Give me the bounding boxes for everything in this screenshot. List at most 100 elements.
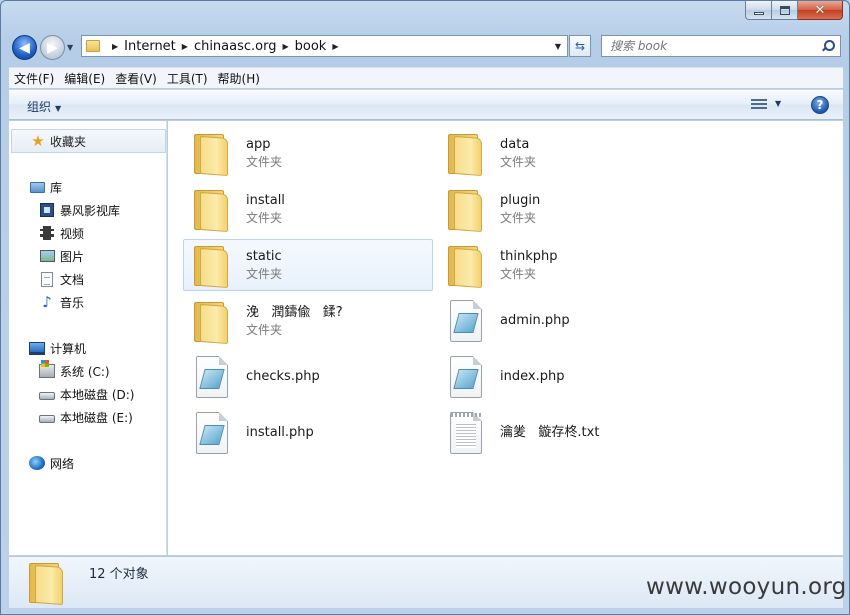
- file-type: 文件夹: [246, 322, 283, 337]
- file-type: 文件夹: [500, 154, 537, 169]
- menu-edit[interactable]: 编辑(E): [59, 70, 110, 87]
- favorites-label: 收藏夹: [50, 134, 87, 149]
- maximize-button[interactable]: [772, 1, 798, 20]
- search-icon[interactable]: [822, 40, 835, 52]
- file-type: 文件夹: [500, 210, 537, 225]
- folder-icon: [444, 130, 490, 176]
- recent-pages-dropdown[interactable]: ▼: [67, 43, 73, 52]
- network-icon: [29, 455, 45, 471]
- php-file-icon: [190, 354, 236, 400]
- chevron-right-icon[interactable]: ▶: [112, 42, 118, 51]
- sidebar-item-computer[interactable]: 计算机: [29, 338, 86, 358]
- forward-arrow-icon: ▶: [47, 39, 58, 56]
- document-icon: [39, 271, 55, 287]
- forward-button[interactable]: ▶: [40, 35, 65, 60]
- file-item-data[interactable]: data 文件夹: [437, 127, 687, 179]
- php-file-icon: [444, 354, 490, 400]
- file-type: 文件夹: [246, 210, 283, 225]
- sidebar-item-label: 音乐: [60, 295, 85, 310]
- sidebar-item-label: 计算机: [50, 341, 87, 356]
- address-dropdown-icon[interactable]: ▼: [555, 42, 561, 51]
- sidebar-item-favorites[interactable]: ★ 收藏夹: [11, 129, 166, 153]
- minimize-button[interactable]: [745, 1, 772, 20]
- file-item-thinkphp[interactable]: thinkphp 文件夹: [437, 239, 687, 291]
- item-count: 12 个对象: [89, 567, 149, 582]
- help-button[interactable]: ?: [811, 96, 829, 114]
- file-item-static[interactable]: static 文件夹: [183, 239, 433, 291]
- close-icon: ✕: [814, 2, 826, 18]
- breadcrumb-chinaasc[interactable]: chinaasc.org: [194, 39, 277, 54]
- refresh-button[interactable]: ⇆: [569, 35, 591, 57]
- sidebar-item-music[interactable]: ♪ 音乐: [39, 292, 84, 312]
- sidebar-item-drive-e[interactable]: 本地磁盘 (E:): [39, 407, 133, 427]
- sidebar-item-drive-d[interactable]: 本地磁盘 (D:): [39, 384, 134, 404]
- computer-icon: [29, 340, 45, 356]
- sidebar-item-baofeng[interactable]: 暴风影视库: [39, 200, 120, 220]
- search-box[interactable]: [601, 35, 841, 57]
- sidebar-item-documents[interactable]: 文档: [39, 269, 84, 289]
- file-item-garbled-folder[interactable]: 浼 潤鑄偸 鍒? 文件夹: [183, 295, 433, 347]
- file-item-install[interactable]: install 文件夹: [183, 183, 433, 235]
- system-drive-icon: [39, 360, 55, 379]
- sidebar-item-label: 网络: [50, 456, 75, 471]
- chevron-right-icon[interactable]: ▶: [282, 42, 288, 51]
- file-name: 浼 潤鑄偸 鍒?: [246, 304, 343, 320]
- file-item-app[interactable]: app 文件夹: [183, 127, 433, 179]
- sidebar-item-label: 库: [50, 180, 63, 195]
- file-item-garbled-txt[interactable]: 瀹夎 鏇存柊.txt: [437, 407, 687, 459]
- breadcrumb-book[interactable]: book: [295, 39, 327, 54]
- sidebar-item-drive-c[interactable]: 系统 (C:): [39, 360, 110, 381]
- chevron-down-icon: ▼: [55, 104, 62, 113]
- hard-drive-icon: [39, 386, 55, 402]
- sidebar-item-pictures[interactable]: 图片: [39, 246, 84, 266]
- file-type: 文件夹: [500, 266, 537, 281]
- hard-drive-icon: [39, 409, 55, 425]
- file-name: app: [246, 136, 271, 152]
- chevron-right-icon[interactable]: ▶: [182, 42, 188, 51]
- music-note-icon: ♪: [42, 293, 52, 311]
- file-item-install-php[interactable]: install.php: [183, 407, 433, 459]
- file-name: index.php: [500, 369, 565, 384]
- menu-file[interactable]: 文件(F): [9, 70, 59, 87]
- caption-buttons: ✕: [745, 1, 843, 20]
- view-options-dropdown[interactable]: ▼: [775, 99, 781, 108]
- folder-icon: [29, 563, 63, 605]
- breadcrumb-internet[interactable]: Internet: [124, 39, 176, 54]
- sidebar-item-network[interactable]: 网络: [29, 453, 74, 473]
- menu-bar: 文件(F) 编辑(E) 查看(V) 工具(T) 帮助(H): [9, 67, 843, 88]
- file-item-plugin[interactable]: plugin 文件夹: [437, 183, 687, 235]
- sidebar-item-libraries[interactable]: 库: [29, 177, 62, 197]
- picture-icon: [39, 248, 55, 264]
- folder-icon: [190, 186, 236, 232]
- menu-tools[interactable]: 工具(T): [162, 70, 213, 87]
- file-name: plugin: [500, 192, 541, 208]
- file-list: app 文件夹 data 文件夹 install 文件夹 plugin 文件夹 stat…: [168, 121, 843, 555]
- file-item-index-php[interactable]: index.php: [437, 351, 687, 403]
- film-icon: [39, 225, 55, 241]
- php-file-icon: [444, 298, 490, 344]
- close-button[interactable]: ✕: [798, 1, 843, 20]
- file-item-admin-php[interactable]: admin.php: [437, 295, 687, 347]
- watermark-text: www.wooyun.org: [646, 574, 847, 600]
- menu-view[interactable]: 查看(V): [110, 70, 162, 87]
- folder-icon: [444, 186, 490, 232]
- address-bar[interactable]: ▶ Internet ▶ chinaasc.org ▶ book ▶ ▼: [81, 35, 568, 57]
- navigation-pane: ★ 收藏夹 库 暴风影视库 视频 图片 文档 ♪ 音乐 计算机 系统 (C:) …: [9, 121, 167, 555]
- file-name: 瀹夎 鏇存柊.txt: [500, 425, 600, 440]
- search-input[interactable]: [610, 37, 820, 55]
- video-library-icon: [39, 202, 55, 218]
- sidebar-item-label: 视频: [60, 226, 85, 241]
- back-button[interactable]: ◀: [12, 35, 37, 60]
- menu-help[interactable]: 帮助(H): [213, 70, 265, 87]
- file-name: data: [500, 136, 530, 152]
- organize-button[interactable]: 组织 ▼: [27, 98, 61, 115]
- file-item-checks-php[interactable]: checks.php: [183, 351, 433, 403]
- folder-icon: [444, 242, 490, 288]
- php-file-icon: [190, 410, 236, 456]
- refresh-icon: ⇆: [574, 39, 586, 53]
- chevron-right-icon[interactable]: ▶: [332, 42, 338, 51]
- change-view-icon[interactable]: [751, 97, 767, 111]
- sidebar-item-videos[interactable]: 视频: [39, 223, 84, 243]
- file-name: install.php: [246, 425, 314, 440]
- explorer-window: ✕ ◀ ▶ ▼ ▶ Internet ▶ chinaasc.org ▶ book…: [0, 0, 850, 615]
